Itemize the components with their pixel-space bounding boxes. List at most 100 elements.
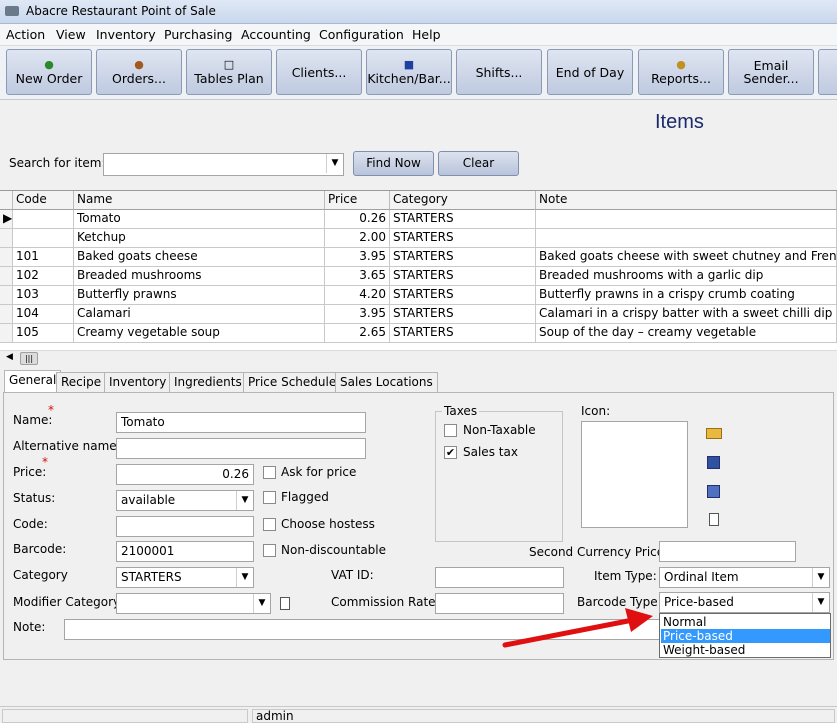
table-row[interactable]: Baked goats cheese <box>74 248 325 267</box>
non-discountable-checkbox[interactable] <box>263 544 276 557</box>
toolbar-overflow-button[interactable] <box>818 49 837 95</box>
table-row[interactable]: STARTERS <box>390 229 536 248</box>
table-row[interactable]: Calamari <box>74 305 325 324</box>
table-row[interactable]: Calamari in a crispy batter with a sweet… <box>536 305 837 324</box>
table-row[interactable]: 101 <box>13 248 74 267</box>
barcode-type-select[interactable]: Price-based ▼ <box>659 592 830 613</box>
table-row[interactable]: STARTERS <box>390 248 536 267</box>
menu-configuration[interactable]: Configuration <box>319 27 404 42</box>
ask-price-checkbox[interactable] <box>263 466 276 479</box>
table-row[interactable]: 2.65 <box>325 324 390 343</box>
tab-price-schedule[interactable]: Price Schedule <box>243 372 342 392</box>
chevron-down-icon[interactable]: ▼ <box>812 593 829 612</box>
table-row[interactable]: Creamy vegetable soup <box>74 324 325 343</box>
flagged-checkbox[interactable] <box>263 491 276 504</box>
menu-accounting[interactable]: Accounting <box>241 27 311 42</box>
table-row[interactable]: Baked goats cheese with sweet chutney an… <box>536 248 837 267</box>
row-selector[interactable] <box>0 324 13 343</box>
new-order-button[interactable]: ● New Order <box>6 49 92 95</box>
search-input[interactable]: ▼ <box>103 153 344 176</box>
table-row[interactable]: 102 <box>13 267 74 286</box>
col-header-note[interactable]: Note <box>536 191 837 210</box>
clients-button[interactable]: Clients... <box>276 49 362 95</box>
orders-button[interactable]: ● Orders... <box>96 49 182 95</box>
table-row[interactable]: Breaded mushrooms with a garlic dip <box>536 267 837 286</box>
table-row[interactable]: STARTERS <box>390 305 536 324</box>
col-header-name[interactable]: Name <box>74 191 325 210</box>
find-now-button[interactable]: Find Now <box>353 151 434 176</box>
tab-inventory[interactable]: Inventory <box>104 372 172 392</box>
second-currency-input[interactable] <box>659 541 796 562</box>
horizontal-scrollbar[interactable]: ◀ ||| <box>0 350 837 367</box>
table-row[interactable]: 4.20 <box>325 286 390 305</box>
table-row[interactable]: STARTERS <box>390 267 536 286</box>
table-row[interactable]: Butterfly prawns in a crispy crumb coati… <box>536 286 837 305</box>
category-select[interactable]: STARTERS ▼ <box>116 567 254 588</box>
scroll-thumb[interactable]: ||| <box>20 352 38 365</box>
menu-view[interactable]: View <box>56 27 86 42</box>
dropdown-option-normal[interactable]: Normal <box>661 615 830 629</box>
dropdown-option-weight-based[interactable]: Weight-based <box>661 643 830 657</box>
email-sender-button[interactable]: Email Sender... <box>728 49 814 95</box>
table-row[interactable]: Tomato <box>74 210 325 229</box>
sales-tax-checkbox[interactable]: ✔ <box>444 446 457 459</box>
choose-hostess-checkbox[interactable] <box>263 518 276 531</box>
row-selector[interactable] <box>0 267 13 286</box>
row-selector[interactable] <box>0 305 13 324</box>
dropdown-option-price-based[interactable]: Price-based <box>661 629 830 643</box>
table-row[interactable]: Breaded mushrooms <box>74 267 325 286</box>
open-folder-icon[interactable] <box>706 428 722 439</box>
barcode-input[interactable]: 2100001 <box>116 541 254 562</box>
scroll-left-icon[interactable]: ◀ <box>6 352 13 362</box>
menu-purchasing[interactable]: Purchasing <box>164 27 232 42</box>
shifts-button[interactable]: Shifts... <box>456 49 542 95</box>
code-input[interactable] <box>116 516 254 537</box>
menu-inventory[interactable]: Inventory <box>96 27 156 42</box>
table-row[interactable]: STARTERS <box>390 286 536 305</box>
table-row[interactable]: 2.00 <box>325 229 390 248</box>
menu-action[interactable]: Action <box>6 27 45 42</box>
price-input[interactable]: 0.26 <box>116 464 254 485</box>
table-row[interactable]: Butterfly prawns <box>74 286 325 305</box>
item-type-select[interactable]: Ordinal Item ▼ <box>659 567 830 588</box>
table-row[interactable]: 3.65 <box>325 267 390 286</box>
chevron-down-icon[interactable]: ▼ <box>236 568 253 587</box>
row-selector[interactable] <box>0 229 13 248</box>
alt-name-input[interactable] <box>116 438 366 459</box>
clear-button[interactable]: Clear <box>438 151 519 176</box>
chevron-down-icon[interactable]: ▼ <box>253 594 270 613</box>
kitchen-bar-button[interactable]: ■ Kitchen/Bar... <box>366 49 452 95</box>
tab-recipe[interactable]: Recipe <box>56 372 107 392</box>
table-row[interactable]: 3.95 <box>325 305 390 324</box>
chevron-down-icon[interactable]: ▼ <box>236 491 253 510</box>
row-selector[interactable] <box>0 286 13 305</box>
row-selector[interactable] <box>0 248 13 267</box>
table-row[interactable]: 103 <box>13 286 74 305</box>
tab-ingredients[interactable]: Ingredients <box>169 372 247 392</box>
save-icon[interactable] <box>707 456 720 469</box>
status-select[interactable]: available ▼ <box>116 490 254 511</box>
chevron-down-icon[interactable]: ▼ <box>326 154 343 173</box>
table-row[interactable] <box>13 210 74 229</box>
table-row[interactable]: Ketchup <box>74 229 325 248</box>
name-input[interactable]: Tomato <box>116 412 366 433</box>
save-as-icon[interactable] <box>707 485 720 498</box>
table-row[interactable]: Soup of the day – creamy vegetable <box>536 324 837 343</box>
new-icon[interactable] <box>709 513 719 526</box>
chevron-down-icon[interactable]: ▼ <box>812 568 829 587</box>
table-row[interactable]: 3.95 <box>325 248 390 267</box>
tab-sales-locations[interactable]: Sales Locations <box>335 372 438 392</box>
col-header-price[interactable]: Price <box>325 191 390 210</box>
table-row[interactable] <box>13 229 74 248</box>
reports-button[interactable]: ● Reports... <box>638 49 724 95</box>
non-taxable-checkbox[interactable] <box>444 424 457 437</box>
menu-help[interactable]: Help <box>412 27 441 42</box>
col-header-code[interactable]: Code <box>13 191 74 210</box>
table-row[interactable] <box>536 210 837 229</box>
tables-plan-button[interactable]: □ Tables Plan <box>186 49 272 95</box>
tab-general[interactable]: General <box>4 370 62 393</box>
table-row[interactable]: 104 <box>13 305 74 324</box>
table-row[interactable]: 0.26 <box>325 210 390 229</box>
modifier-category-select[interactable]: ▼ <box>116 593 271 614</box>
vat-id-input[interactable] <box>435 567 564 588</box>
